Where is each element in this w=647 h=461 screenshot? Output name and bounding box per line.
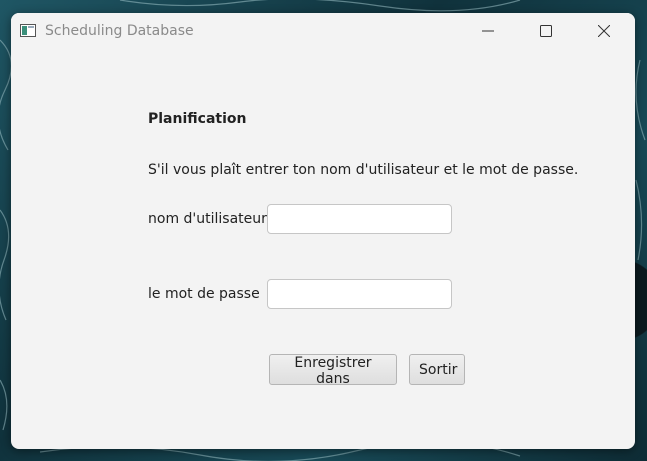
- quit-button[interactable]: Sortir: [409, 354, 465, 385]
- application-window: Scheduling Database Planification S'il v…: [11, 13, 635, 449]
- password-label: le mot de passe: [148, 286, 260, 302]
- password-input[interactable]: [267, 279, 452, 309]
- app-window-icon: [20, 24, 36, 37]
- username-input[interactable]: [267, 204, 452, 234]
- maximize-button[interactable]: [523, 13, 569, 49]
- minimize-icon: [482, 30, 494, 32]
- maximize-icon: [540, 25, 552, 37]
- minimize-button[interactable]: [465, 13, 511, 49]
- username-label: nom d'utilisateur: [148, 211, 267, 227]
- window-title: Scheduling Database: [45, 23, 194, 39]
- form-heading: Planification: [148, 111, 247, 127]
- title-bar[interactable]: Scheduling Database: [11, 13, 635, 49]
- instruction-text: S'il vous plaît entrer ton nom d'utilisa…: [148, 162, 579, 178]
- close-icon: [598, 25, 610, 37]
- login-form: Planification S'il vous plaît entrer ton…: [11, 49, 635, 449]
- register-button[interactable]: Enregistrer dans: [269, 354, 397, 387]
- close-button[interactable]: [581, 13, 627, 49]
